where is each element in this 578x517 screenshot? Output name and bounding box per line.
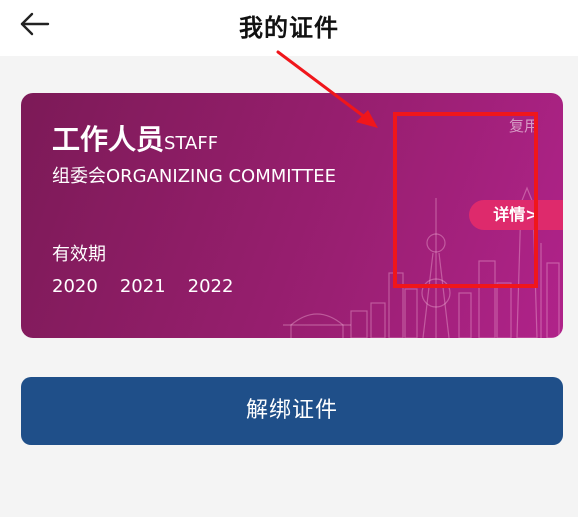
- annotation-highlight-box: [393, 112, 538, 288]
- role-title: 工作人员STAFF: [52, 123, 218, 161]
- year-2022: 2022: [187, 276, 234, 297]
- year-2021: 2021: [119, 276, 166, 297]
- unbind-credential-button[interactable]: 解绑证件: [21, 377, 563, 445]
- year-2020: 2020: [52, 276, 98, 297]
- top-bar: 我的证件: [0, 0, 578, 56]
- role-cn: 工作人员: [52, 123, 165, 156]
- organization-label: 组委会ORGANIZING COMMITTEE: [52, 166, 337, 187]
- validity-years: 2020 2021 2022: [52, 275, 233, 299]
- role-en: STAFF: [164, 133, 219, 154]
- page-title: 我的证件: [239, 14, 339, 42]
- validity-label: 有效期: [52, 244, 106, 265]
